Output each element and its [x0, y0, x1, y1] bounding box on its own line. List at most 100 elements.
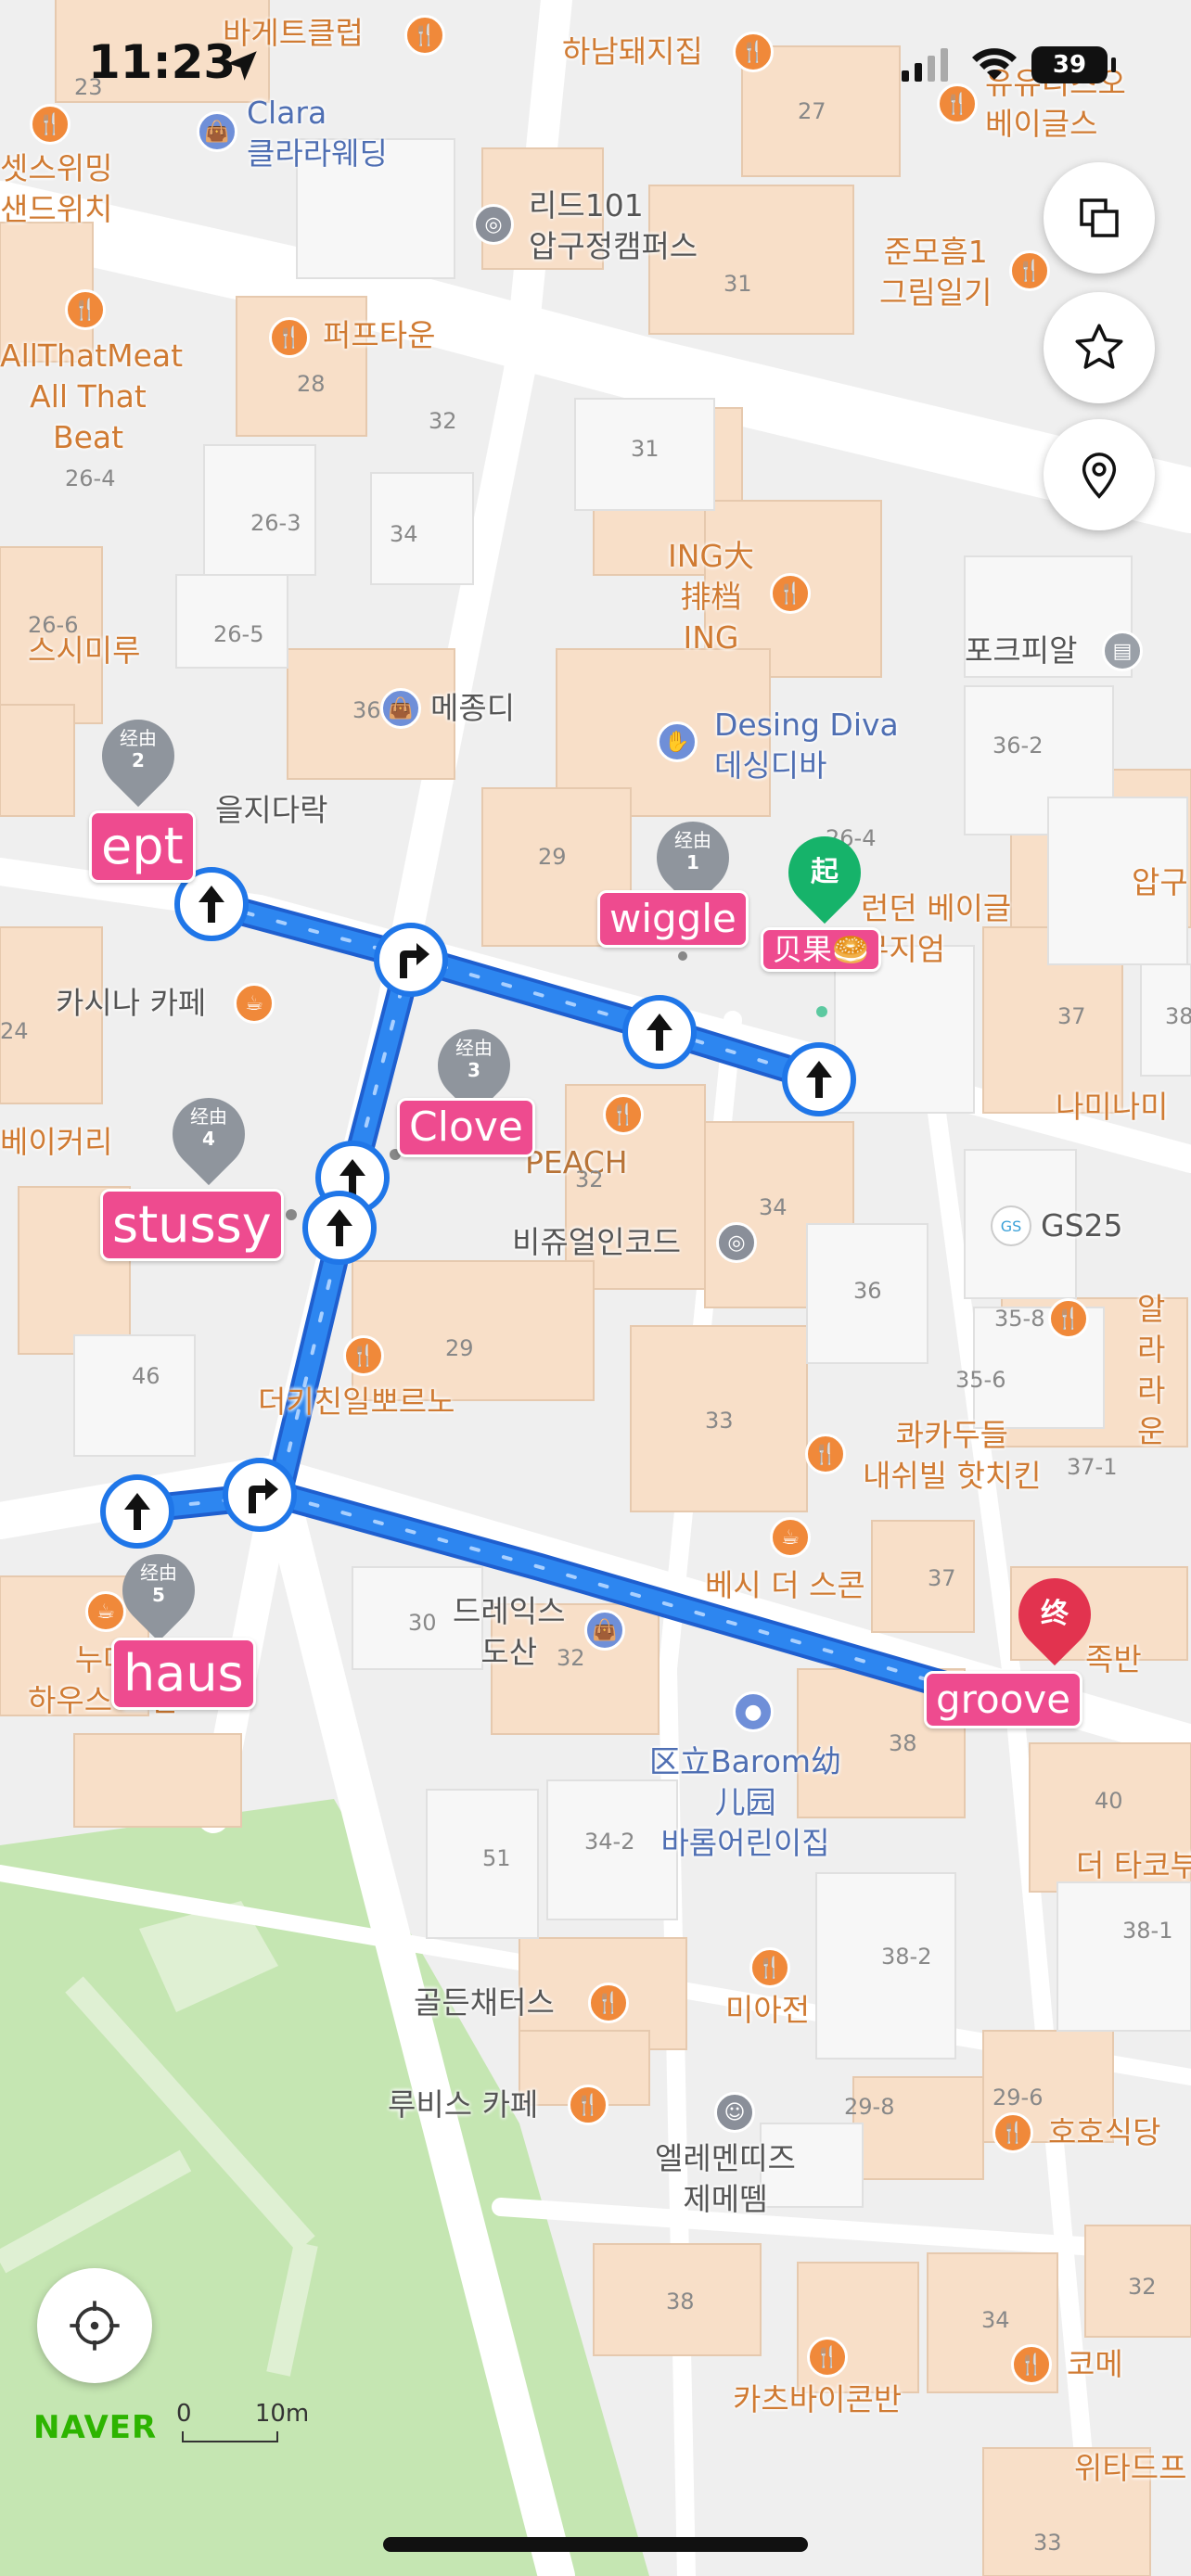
building-number: 40: [1095, 1788, 1123, 1814]
poi-katsu-label[interactable]: 카츠바이콘반: [733, 2379, 902, 2420]
landmark-icon: ◎: [473, 204, 514, 245]
route-right-turn-icon[interactable]: [374, 923, 448, 997]
poi-elements-label[interactable]: 엘레멘띠즈 제메뗌: [655, 2138, 796, 2220]
waypoint-label: 经由: [674, 829, 711, 851]
start-marker[interactable]: 起: [773, 821, 877, 925]
poi-barom-label[interactable]: 区立Barom幼 儿园 바롬어린이집: [649, 1741, 841, 1864]
status-bar: 11:23 39: [0, 0, 1191, 130]
building-number: 33: [1033, 2530, 1062, 2556]
building-number: 35-6: [955, 1367, 1006, 1393]
building-number: 31: [724, 271, 752, 297]
poi-miajeon-label[interactable]: 미아전: [725, 1990, 810, 2031]
building-number: 30: [408, 1610, 437, 1636]
current-location-button[interactable]: [37, 2268, 152, 2383]
restaurant-icon: 🍴: [269, 317, 310, 358]
map-canvas[interactable]: [0, 0, 1191, 2576]
building-number: 32: [1128, 2274, 1157, 2300]
poi-allthat-label[interactable]: AllThatMeat All That Beat: [0, 336, 183, 458]
poi-london-label[interactable]: 런던 베이글 뮤지엄: [861, 888, 1011, 970]
poi-apgu-label[interactable]: 압구: [1132, 862, 1188, 903]
building-icon: ▤: [1102, 631, 1143, 671]
building-number: 29-8: [844, 2094, 895, 2120]
poi-desingdiva-label[interactable]: Desing Diva 데싱디바: [714, 705, 899, 786]
poi-dataco-label[interactable]: 더 타코부: [1076, 1845, 1191, 1886]
building-number: 35-8: [994, 1306, 1045, 1332]
waypoint-1-marker[interactable]: 经由 1: [641, 806, 745, 910]
waypoint-number: 2: [132, 749, 145, 772]
poi-rubis-label[interactable]: 루비스 카페: [388, 2085, 538, 2125]
route-tag-haus[interactable]: haus: [111, 1638, 256, 1710]
waypoint-3-marker[interactable]: 经由 3: [422, 1014, 526, 1117]
building-number: 29: [445, 1335, 474, 1361]
poi-dakichin-label[interactable]: 더키친일뽀르노: [258, 1382, 455, 1422]
poi-lead101-label[interactable]: 리드101 압구정캠퍼스: [529, 185, 698, 267]
route-tag-start-name[interactable]: 贝果🥯: [761, 927, 881, 972]
building-number: 51: [482, 1845, 511, 1871]
poi-junmo-label[interactable]: 준모흠1 그림일기: [879, 232, 992, 313]
waypoint-2-marker[interactable]: 经由 2: [86, 704, 190, 808]
restaurant-icon: 🍴: [588, 1983, 629, 2023]
route-tag-ept[interactable]: ept: [89, 810, 196, 883]
waypoint-label: 经由: [190, 1105, 227, 1128]
layers-button[interactable]: [1044, 162, 1155, 274]
building-number: 26-6: [28, 612, 79, 638]
building-number: 37: [928, 1565, 956, 1591]
poi-witad-label[interactable]: 위타드프: [1074, 2448, 1186, 2489]
route-tag-clove[interactable]: Clove: [397, 1098, 535, 1157]
entertainment-icon: ☺: [714, 2092, 755, 2133]
poi-naminami-label[interactable]: 나미나미: [1056, 1087, 1168, 1128]
poi-juban-label[interactable]: 족반: [1085, 1639, 1142, 1680]
location-pin-button[interactable]: [1044, 419, 1155, 530]
star-icon: [1075, 324, 1123, 369]
layers-icon: [1080, 198, 1119, 237]
poi-bakery-label[interactable]: 베이커리: [0, 1122, 112, 1163]
poi-kakadu-label[interactable]: 콰카두들 내쉬빌 핫치킨: [863, 1415, 1042, 1497]
poi-golden-label[interactable]: 골든채터스: [414, 1983, 555, 2023]
poi-alra-label[interactable]: 알라 라운: [1137, 1289, 1191, 1452]
building-number: 26-3: [250, 510, 301, 536]
beauty-icon: ✋: [657, 721, 698, 762]
route-tag-wiggle[interactable]: wiggle: [597, 890, 749, 948]
poi-sets-label[interactable]: 셋스위밍 샌드위치: [0, 148, 112, 230]
favorite-button[interactable]: [1044, 292, 1155, 403]
route-tag-stussy[interactable]: stussy: [100, 1189, 284, 1261]
poi-kome-label[interactable]: 코메: [1067, 2344, 1123, 2385]
building-number: 36: [352, 697, 381, 723]
restaurant-icon: 🍴: [992, 2112, 1033, 2153]
restaurant-icon: 🍴: [603, 1094, 644, 1135]
poi-mejongdi-label[interactable]: 메종디: [430, 688, 515, 729]
shopping-icon: 👜: [380, 688, 421, 729]
route-straight-arrow-icon[interactable]: [302, 1191, 377, 1265]
poi-hoho-label[interactable]: 호호식당: [1048, 2112, 1160, 2153]
map-scale: 0 10m: [176, 2400, 309, 2442]
restaurant-icon: 🍴: [805, 1434, 846, 1474]
route-tag-groove[interactable]: groove: [924, 1671, 1083, 1728]
waypoint-5-marker[interactable]: 经由 5: [107, 1538, 211, 1642]
poi-ing-label[interactable]: ING大 排档 ING: [668, 536, 754, 658]
building-number: 29: [538, 844, 567, 870]
building-number: 38: [1165, 1003, 1191, 1029]
building-number: 26-4: [65, 465, 116, 491]
home-indicator[interactable]: [383, 2537, 808, 2552]
poi-porkpial-label[interactable]: 포크피알: [965, 631, 1077, 671]
end-marker[interactable]: 终: [1003, 1562, 1107, 1666]
poi-dreamx-label[interactable]: 드레익스 도산: [453, 1591, 565, 1673]
poi-gs25-label[interactable]: GS25: [1041, 1205, 1123, 1246]
poi-besi-label[interactable]: 베시 더 스콘: [705, 1565, 865, 1606]
route-straight-arrow-icon[interactable]: [622, 995, 697, 1069]
route-straight-arrow-icon[interactable]: [100, 1474, 174, 1549]
waypoint-4-marker[interactable]: 经由 4: [157, 1082, 261, 1186]
poi-cashina-label[interactable]: 카시나 카페: [56, 983, 206, 1024]
restaurant-icon: 🍴: [1009, 250, 1050, 291]
poi-perfume-label[interactable]: 퍼프타운: [323, 315, 435, 356]
waypoint-number: 1: [686, 851, 699, 874]
route-straight-arrow-icon[interactable]: [782, 1042, 856, 1116]
building-number: 29-6: [992, 2085, 1044, 2111]
restaurant-icon: 🍴: [1011, 2344, 1052, 2385]
end-marker-label: 终: [1041, 1598, 1069, 1630]
poi-euljidarak-label[interactable]: 을지다락: [215, 790, 327, 831]
landmark-icon: ◎: [716, 1222, 757, 1263]
route-right-turn-icon[interactable]: [223, 1458, 297, 1532]
battery-level: 39: [1052, 51, 1087, 79]
poi-visual-label[interactable]: 비쥬얼인코드: [512, 1222, 681, 1263]
